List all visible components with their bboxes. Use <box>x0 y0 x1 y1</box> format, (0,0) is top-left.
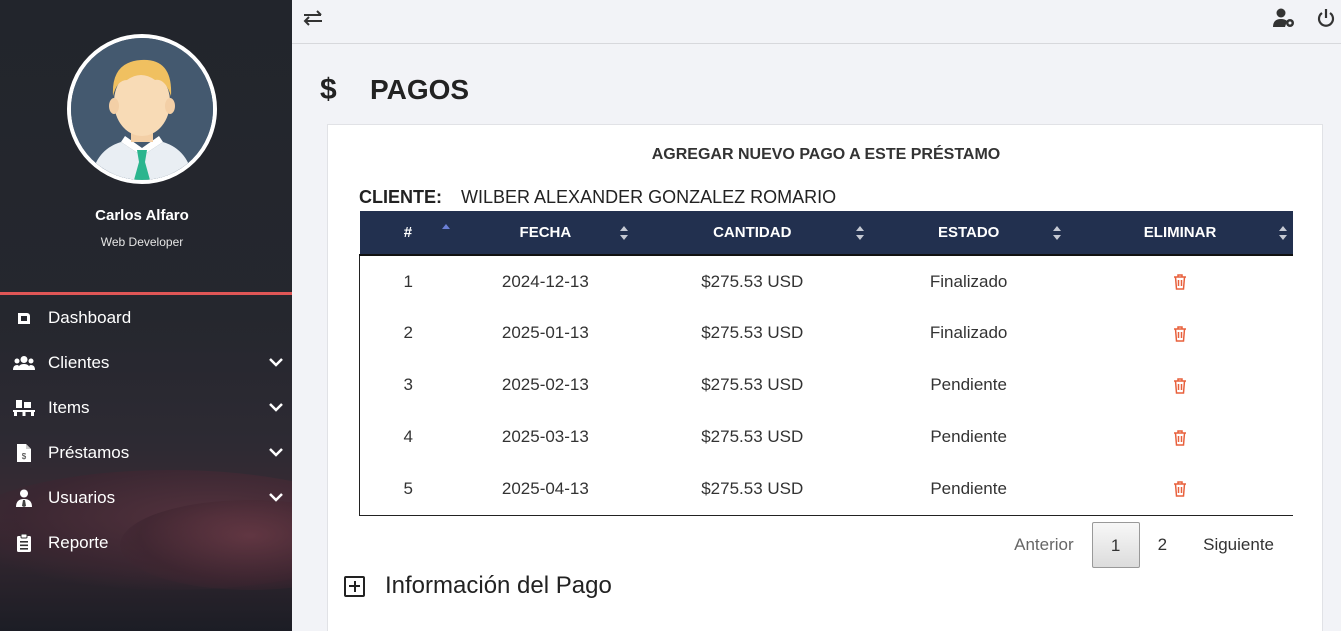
payments-card: AGREGAR NUEVO PAGO A ESTE PRÉSTAMO CLIEN… <box>327 124 1323 631</box>
cell-estado: Pendiente <box>930 478 1007 498</box>
sort-icon <box>1279 226 1287 240</box>
sidebar-item-label: Reporte <box>48 532 109 552</box>
trash-icon[interactable] <box>1173 274 1187 290</box>
sidebar-item-reporte[interactable]: Reporte <box>0 520 292 565</box>
chevron-down-icon <box>269 493 283 502</box>
table-row: 4 2025-03-13 $275.53 USD Pendiente <box>360 411 1294 463</box>
cell-cantidad: $275.53 USD <box>701 271 804 291</box>
svg-text:$: $ <box>22 452 27 461</box>
column-header-eliminar[interactable]: ELIMINAR <box>1067 211 1293 256</box>
column-header-estado[interactable]: ESTADO <box>870 211 1068 256</box>
sidebar-item-label: Usuarios <box>48 487 116 507</box>
sort-asc-icon <box>442 224 451 229</box>
cell-number: 2 <box>403 323 413 342</box>
top-bar <box>292 0 1341 44</box>
user-role: Web Developer <box>100 235 184 249</box>
cell-estado: Finalizado <box>929 271 1008 291</box>
pagination-previous[interactable]: Anterior <box>996 522 1092 568</box>
cell-eliminar <box>1067 255 1293 307</box>
pallet-icon <box>12 398 36 418</box>
toggle-sidebar-icon[interactable] <box>302 8 324 28</box>
column-header-fecha[interactable]: FECHA <box>456 211 635 256</box>
cell-fecha: 2025-03-13 <box>501 427 589 446</box>
client-label: CLIENTE: <box>359 187 442 207</box>
cell-eliminar <box>1067 411 1293 463</box>
trash-icon[interactable] <box>1173 377 1187 394</box>
trash-icon[interactable] <box>1173 325 1187 342</box>
cell-fecha: 2025-04-13 <box>501 478 589 498</box>
sort-icon <box>1053 226 1062 240</box>
cell-cantidad: $275.53 USD <box>701 478 804 498</box>
cell-estado: Pendiente <box>930 375 1007 394</box>
page-title: PAGOS <box>370 74 470 105</box>
user-name: Carlos Alfaro <box>95 207 189 224</box>
cell-fecha: 2025-02-13 <box>501 375 589 394</box>
pagination-next[interactable]: Siguiente <box>1185 522 1292 568</box>
chevron-down-icon <box>269 358 283 367</box>
chevron-down-icon <box>269 448 283 457</box>
clipboard-icon <box>12 533 36 553</box>
cell-fecha: 2025-01-13 <box>501 323 589 342</box>
sidebar-item-clientes[interactable]: Clientes <box>0 340 292 385</box>
cell-number: 4 <box>403 427 413 446</box>
cell-cantidad: $275.53 USD <box>701 375 804 394</box>
cell-eliminar <box>1067 359 1293 411</box>
pagination-page-1[interactable]: 1 <box>1091 522 1140 568</box>
table-header-row: # FECHA CANTIDAD ESTADO ELIMINAR <box>359 211 1293 256</box>
column-header-number[interactable]: # <box>359 211 457 256</box>
users-icon <box>12 353 36 373</box>
sidebar-nav: Dashboard Clientes Items $ Préstamos Usu… <box>0 295 292 565</box>
sidebar: Carlos Alfaro Web Developer Dashboard Cl… <box>0 0 292 631</box>
cell-eliminar <box>1067 463 1293 515</box>
payments-table: # FECHA CANTIDAD ESTADO ELIMINAR 1 2024-… <box>359 211 1293 516</box>
table-row: 3 2025-02-13 $275.53 USD Pendiente <box>360 359 1294 411</box>
table-row: 5 2025-04-13 $275.53 USD Pendiente <box>360 463 1294 515</box>
pagination-page-2[interactable]: 2 <box>1140 522 1185 568</box>
sort-icon <box>620 226 629 240</box>
sidebar-item-prestamos[interactable]: $ Préstamos <box>0 430 292 475</box>
user-tie-icon <box>12 488 36 508</box>
chevron-down-icon <box>269 403 283 412</box>
sidebar-item-label: Dashboard <box>48 307 132 327</box>
cell-number: 1 <box>403 271 413 291</box>
sidebar-item-usuarios[interactable]: Usuarios <box>0 475 292 520</box>
cell-estado: Pendiente <box>930 427 1007 446</box>
cell-fecha: 2024-12-13 <box>501 271 589 291</box>
trash-icon[interactable] <box>1173 481 1187 498</box>
cell-estado: Finalizado <box>929 323 1008 342</box>
sidebar-item-label: Préstamos <box>48 442 130 462</box>
power-icon[interactable] <box>1316 8 1336 28</box>
card-title: AGREGAR NUEVO PAGO A ESTE PRÉSTAMO <box>651 146 1001 163</box>
cell-eliminar <box>1067 307 1293 359</box>
cell-number: 5 <box>403 478 413 498</box>
sidebar-item-dashboard[interactable]: Dashboard <box>0 295 292 340</box>
pagination: Anterior 1 2 Siguiente <box>996 522 1292 568</box>
sidebar-item-label: Items <box>48 397 90 417</box>
avatar <box>67 34 217 184</box>
column-header-cantidad[interactable]: CANTIDAD <box>634 211 871 256</box>
payment-info-title: Información del Pago <box>385 572 612 599</box>
sort-icon <box>856 226 865 240</box>
trash-icon[interactable] <box>1173 429 1187 446</box>
sidebar-item-label: Clientes <box>48 352 110 372</box>
table-row: 1 2024-12-13 $275.53 USD Finalizado <box>360 255 1294 307</box>
cell-cantidad: $275.53 USD <box>701 323 804 342</box>
invoice-icon: $ <box>12 443 36 463</box>
sidebar-item-items[interactable]: Items <box>0 385 292 430</box>
user-settings-icon[interactable] <box>1273 8 1295 28</box>
page-header: $ PAGOS <box>320 70 469 110</box>
client-name: WILBER ALEXANDER GONZALEZ ROMARIO <box>461 187 837 207</box>
dollar-icon: $ <box>320 73 337 106</box>
client-info: CLIENTE: WILBER ALEXANDER GONZALEZ ROMAR… <box>359 187 836 208</box>
dashboard-icon <box>12 308 36 328</box>
table-row: 2 2025-01-13 $275.53 USD Finalizado <box>360 307 1294 359</box>
cell-cantidad: $275.53 USD <box>701 427 804 446</box>
plus-square-icon[interactable] <box>344 575 365 597</box>
cell-number: 3 <box>403 375 413 394</box>
payment-info-toggle[interactable]: Información del Pago <box>344 572 612 600</box>
